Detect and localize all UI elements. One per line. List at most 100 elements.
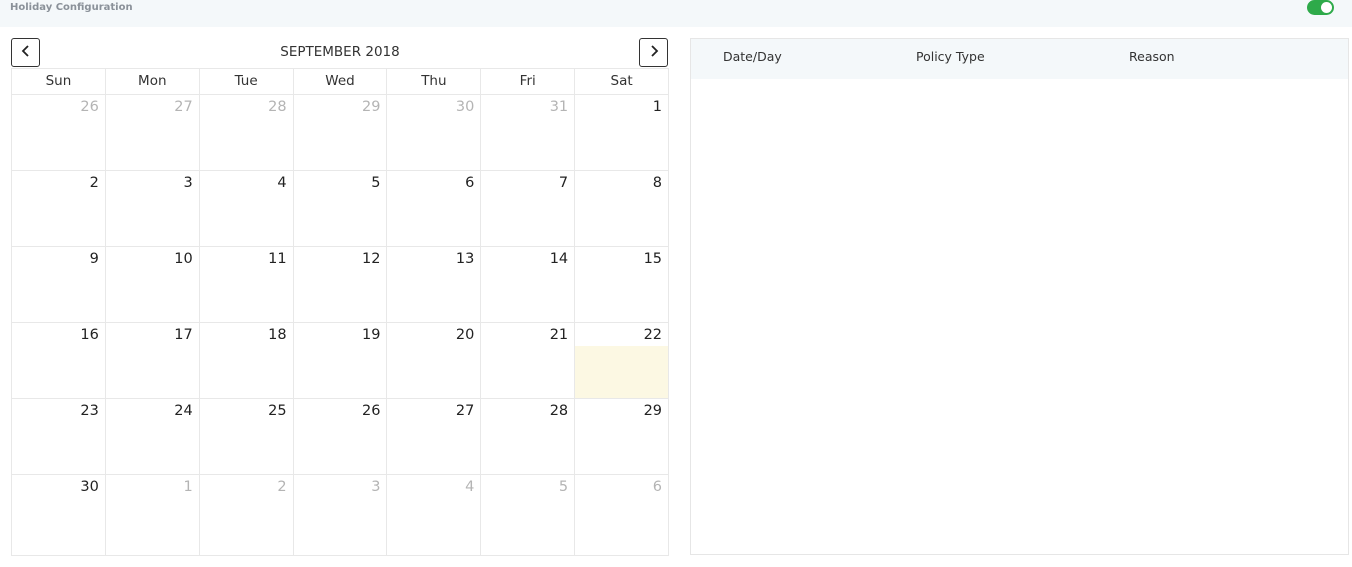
calendar-day-cell[interactable]: 25 bbox=[200, 399, 294, 474]
holiday-list-table: Date/Day Policy Type Reason bbox=[690, 38, 1349, 555]
day-number: 31 bbox=[549, 99, 569, 115]
calendar-day-cell[interactable]: 29 bbox=[294, 95, 388, 170]
day-number: 11 bbox=[268, 251, 287, 267]
calendar-day-cell-today[interactable]: 22 bbox=[575, 323, 669, 398]
weekday-header-thu: Thu bbox=[387, 69, 482, 94]
calendar-day-cell[interactable]: 26 bbox=[12, 95, 106, 170]
calendar-day-cell[interactable]: 5 bbox=[481, 475, 576, 555]
calendar-week-row: 26 27 28 29 30 31 1 bbox=[12, 95, 668, 171]
calendar-grid: 26 27 28 29 30 31 1 2 3 4 5 6 7 8 9 10 11 12 13 14 15 16 17 18 1… bbox=[11, 94, 669, 556]
calendar-day-cell[interactable]: 31 bbox=[481, 95, 576, 170]
calendar-week-row: 9 10 11 12 13 14 15 bbox=[12, 247, 668, 323]
day-number: 3 bbox=[183, 175, 193, 191]
day-number: 17 bbox=[174, 327, 193, 343]
day-number: 7 bbox=[558, 175, 569, 191]
day-number: 6 bbox=[465, 175, 475, 191]
calendar-day-cell[interactable]: 1 bbox=[575, 95, 668, 170]
calendar-day-cell[interactable]: 27 bbox=[387, 399, 482, 474]
month-title: SEPTEMBER 2018 bbox=[280, 44, 400, 60]
calendar-day-cell[interactable]: 27 bbox=[106, 95, 200, 170]
weekday-header-sun: Sun bbox=[12, 69, 106, 94]
page-header: Holiday Configuration bbox=[0, 0, 1352, 27]
day-number: 13 bbox=[455, 251, 475, 267]
day-number: 4 bbox=[465, 479, 475, 495]
day-number: 14 bbox=[549, 251, 569, 267]
day-number: 4 bbox=[277, 175, 287, 191]
day-number: 30 bbox=[455, 99, 475, 115]
calendar-day-cell[interactable]: 29 bbox=[575, 399, 668, 474]
weekday-header-wed: Wed bbox=[294, 69, 388, 94]
calendar-week-row: 23 24 25 26 27 28 29 bbox=[12, 399, 668, 475]
day-number: 26 bbox=[80, 99, 99, 115]
calendar-day-cell[interactable]: 16 bbox=[12, 323, 106, 398]
calendar-week-row: 16 17 18 19 20 21 22 bbox=[12, 323, 669, 399]
day-number: 3 bbox=[371, 479, 381, 495]
calendar-day-cell[interactable]: 30 bbox=[387, 95, 482, 170]
calendar-day-cell[interactable]: 26 bbox=[294, 399, 388, 474]
day-number: 21 bbox=[549, 327, 569, 343]
today-highlight bbox=[575, 346, 669, 398]
calendar-day-cell[interactable]: 13 bbox=[387, 247, 482, 322]
day-number: 15 bbox=[643, 251, 663, 267]
calendar-day-cell[interactable]: 2 bbox=[200, 475, 294, 555]
calendar-day-cell[interactable]: 23 bbox=[12, 399, 106, 474]
next-month-button[interactable] bbox=[639, 38, 668, 67]
weekday-header-sat: Sat bbox=[610, 73, 633, 89]
calendar-day-cell[interactable]: 9 bbox=[12, 247, 106, 322]
day-number: 5 bbox=[371, 175, 381, 191]
calendar-day-cell[interactable]: 30 bbox=[12, 475, 106, 555]
calendar-day-cell[interactable]: 4 bbox=[200, 171, 294, 246]
day-number: 10 bbox=[174, 251, 193, 267]
day-number: 23 bbox=[80, 403, 99, 419]
day-number: 8 bbox=[652, 175, 663, 191]
calendar-day-cell[interactable]: 17 bbox=[106, 323, 200, 398]
calendar-day-cell[interactable]: 8 bbox=[575, 171, 668, 246]
column-header-reason[interactable]: Reason bbox=[1129, 49, 1175, 64]
day-number: 19 bbox=[361, 327, 381, 343]
day-number: 29 bbox=[643, 403, 663, 419]
calendar-day-cell[interactable]: 4 bbox=[387, 475, 482, 555]
calendar-day-cell[interactable]: 12 bbox=[294, 247, 388, 322]
calendar-day-cell[interactable]: 11 bbox=[200, 247, 294, 322]
day-number: 26 bbox=[361, 403, 381, 419]
calendar-day-cell[interactable]: 19 bbox=[294, 323, 388, 398]
holiday-list-header: Date/Day Policy Type Reason bbox=[691, 39, 1348, 79]
weekday-header-fri: Fri bbox=[481, 69, 576, 94]
calendar-week-row: 30 1 2 3 4 5 6 bbox=[12, 475, 668, 555]
calendar-day-cell[interactable]: 28 bbox=[200, 95, 294, 170]
page-title: Holiday Configuration bbox=[10, 2, 133, 13]
day-number: 28 bbox=[549, 403, 569, 419]
calendar-day-cell[interactable]: 6 bbox=[387, 171, 482, 246]
column-header-date[interactable]: Date/Day bbox=[723, 49, 782, 64]
calendar-day-cell[interactable]: 18 bbox=[200, 323, 294, 398]
calendar-day-cell[interactable]: 3 bbox=[106, 171, 200, 246]
day-number: 22 bbox=[643, 327, 663, 343]
calendar-day-cell[interactable]: 10 bbox=[106, 247, 200, 322]
day-number: 20 bbox=[455, 327, 475, 343]
calendar: SEPTEMBER 2018 Sun Mon Tue Wed Thu Fri Sat 26 2… bbox=[11, 38, 669, 556]
day-number: 30 bbox=[80, 479, 99, 495]
calendar-day-cell[interactable]: 21 bbox=[481, 323, 576, 398]
calendar-day-cell[interactable]: 14 bbox=[481, 247, 576, 322]
calendar-day-cell[interactable]: 7 bbox=[481, 171, 576, 246]
day-number: 24 bbox=[174, 403, 193, 419]
calendar-day-cell[interactable]: 20 bbox=[387, 323, 482, 398]
calendar-day-cell[interactable]: 24 bbox=[106, 399, 200, 474]
column-header-policy-type[interactable]: Policy Type bbox=[916, 49, 985, 64]
day-number: 25 bbox=[268, 403, 287, 419]
calendar-day-cell[interactable]: 2 bbox=[12, 171, 106, 246]
chevron-right-icon bbox=[648, 45, 660, 60]
calendar-day-cell[interactable]: 6 bbox=[575, 475, 668, 555]
day-number: 1 bbox=[183, 479, 193, 495]
calendar-day-cell[interactable]: 5 bbox=[294, 171, 388, 246]
day-number: 18 bbox=[268, 327, 287, 343]
day-number: 2 bbox=[89, 175, 99, 191]
calendar-day-cell[interactable]: 28 bbox=[481, 399, 576, 474]
calendar-day-cell[interactable]: 1 bbox=[106, 475, 200, 555]
day-number: 1 bbox=[652, 99, 663, 115]
weekday-header-row: Sun Mon Tue Wed Thu Fri Sat bbox=[11, 68, 669, 94]
holiday-toggle-switch[interactable] bbox=[1307, 0, 1334, 15]
calendar-day-cell[interactable]: 3 bbox=[294, 475, 388, 555]
day-number: 16 bbox=[80, 327, 99, 343]
calendar-day-cell[interactable]: 15 bbox=[575, 247, 668, 322]
